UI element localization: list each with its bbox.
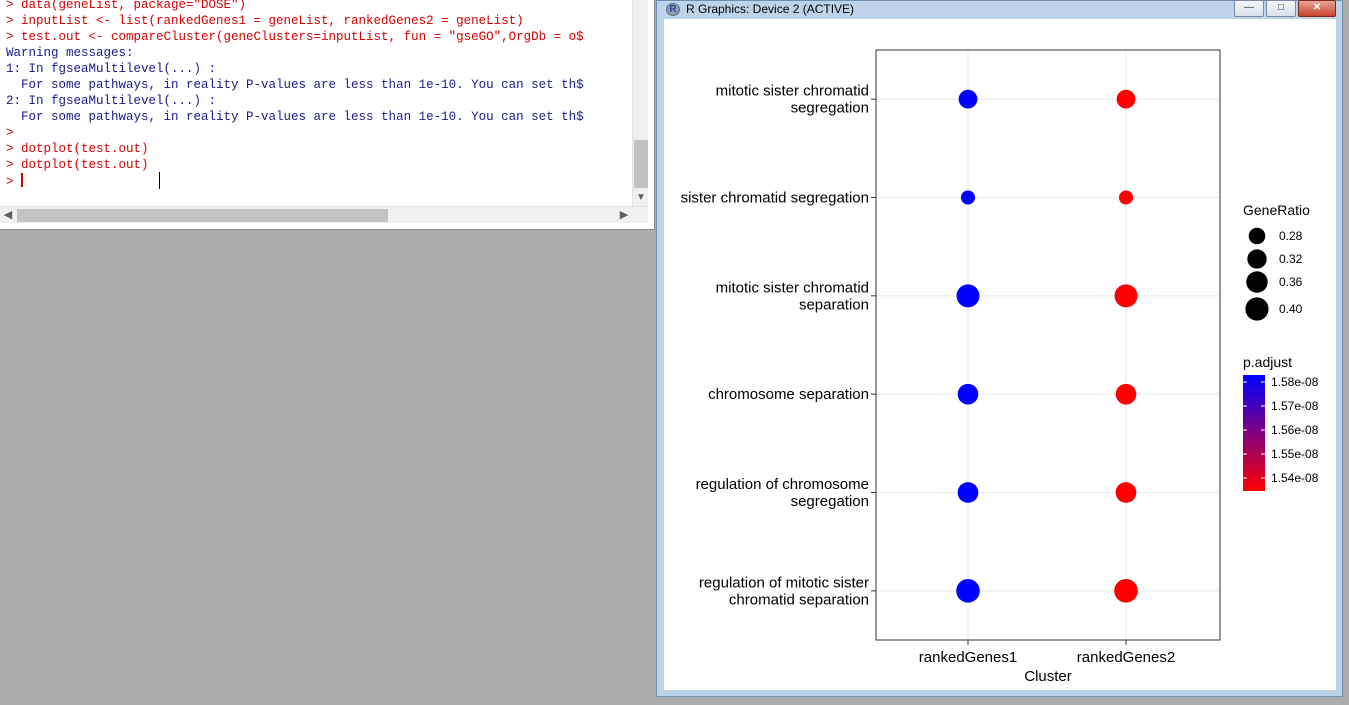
y-tick-label-line: mitotic sister chromatid [716, 279, 869, 296]
console-output[interactable]: > data(geneList, package="DOSE") > inputL… [6, 0, 626, 203]
color-legend-label: 1.56e-08 [1271, 423, 1319, 437]
horizontal-scrollbar[interactable]: ◀ ▶ [0, 206, 648, 223]
console-line: > dotplot(test.out) [6, 142, 149, 156]
size-legend-label: 0.40 [1279, 302, 1303, 316]
data-point [957, 482, 979, 503]
x-tick-label: rankedGenes1 [919, 649, 1017, 666]
y-tick-label-line: mitotic sister chromatid [716, 83, 869, 100]
y-tick-label-line: chromatid separation [729, 591, 869, 608]
data-point [1118, 190, 1134, 205]
horizontal-scroll-thumb[interactable] [17, 209, 388, 222]
text-cursor-ibeam [159, 172, 160, 189]
y-tick-label-line: regulation of chromosome [696, 476, 869, 493]
size-legend-key [1247, 249, 1267, 269]
maximize-button[interactable]: □ [1266, 0, 1296, 17]
vertical-scrollbar[interactable]: ▼ [632, 0, 648, 206]
data-point [960, 190, 976, 205]
console-line: 2: In fgseaMultilevel(...) : [6, 94, 217, 108]
plot-area: mitotic sister chromatid segregation siste… [664, 19, 1336, 690]
close-button[interactable]: ✕ [1298, 0, 1336, 17]
data-point [956, 579, 980, 603]
console-line: > dotplot(test.out) [6, 158, 149, 172]
size-legend-label: 0.32 [1279, 252, 1303, 266]
window-title: R Graphics: Device 2 (ACTIVE) [686, 2, 855, 16]
y-tick-label-line: segregation [791, 493, 869, 510]
scroll-right-arrow-icon[interactable]: ▶ [616, 207, 632, 224]
y-tick-label: chromosome separation [708, 386, 869, 403]
y-tick-label-line: chromosome separation [708, 386, 869, 403]
x-axis-title: Cluster [1024, 668, 1072, 685]
color-legend-label: 1.57e-08 [1271, 399, 1319, 413]
y-tick-label: regulation of mitotic sister chromatid se… [699, 574, 869, 608]
console-line: For some pathways, in reality P-values a… [6, 78, 584, 92]
color-legend-label: 1.55e-08 [1271, 447, 1319, 461]
data-point [958, 89, 978, 109]
color-legend-bar [1243, 375, 1265, 491]
size-legend-label: 0.28 [1279, 229, 1303, 243]
console-line: For some pathways, in reality P-values a… [6, 110, 584, 124]
input-caret [21, 173, 24, 187]
color-legend-label: 1.58e-08 [1271, 375, 1319, 389]
y-tick-label-line: separation [799, 296, 869, 313]
console-line: > [6, 126, 14, 140]
console-prompt: > [6, 175, 22, 189]
data-point [1115, 383, 1137, 405]
color-legend-label: 1.54e-08 [1271, 471, 1319, 485]
color-legend-title: p.adjust [1243, 354, 1292, 370]
y-tick-label: sister chromatid segregation [681, 190, 869, 207]
size-legend-key [1245, 297, 1269, 321]
console-line: Warning messages: [6, 46, 134, 60]
data-point [956, 284, 980, 308]
x-tick-label: rankedGenes2 [1077, 649, 1175, 666]
console-line: > test.out <- compareCluster(geneCluster… [6, 30, 584, 44]
dotplot-chart: mitotic sister chromatid segregationsiste… [681, 49, 1319, 685]
vertical-scroll-thumb[interactable] [634, 140, 648, 188]
minimize-button[interactable]: — [1234, 0, 1264, 17]
r-logo-icon: R [666, 3, 680, 16]
data-point [1114, 579, 1138, 603]
window-title-bar[interactable]: R R Graphics: Device 2 (ACTIVE) — □ ✕ [657, 0, 1342, 19]
console-line: > inputList <- list(rankedGenes1 = geneL… [6, 14, 524, 28]
console-window[interactable]: > data(geneList, package="DOSE") > inputL… [0, 0, 655, 230]
data-point [957, 383, 979, 405]
console-prompt-line[interactable]: > [6, 173, 626, 189]
data-point [1114, 284, 1138, 308]
y-tick-label: mitotic sister chromatid separation [716, 279, 869, 313]
y-tick-label: regulation of chromosome segregation [696, 476, 869, 510]
y-tick-label: mitotic sister chromatid segregation [716, 83, 869, 117]
data-point [1115, 482, 1137, 503]
y-tick-label-line: regulation of mitotic sister [699, 574, 869, 591]
size-legend-label: 0.36 [1279, 275, 1303, 289]
console-line: > data(geneList, package="DOSE") [6, 0, 247, 12]
y-tick-label-line: segregation [791, 100, 869, 117]
size-legend-key [1248, 227, 1266, 245]
console-line: 1: In fgseaMultilevel(...) : [6, 62, 217, 76]
size-legend-key [1246, 271, 1268, 293]
scroll-down-arrow-icon[interactable]: ▼ [633, 190, 649, 206]
size-legend-title: GeneRatio [1243, 202, 1310, 218]
data-point [1116, 89, 1136, 109]
scroll-left-arrow-icon[interactable]: ◀ [0, 207, 16, 224]
graphics-device-window[interactable]: R R Graphics: Device 2 (ACTIVE) — □ ✕ mi… [656, 0, 1343, 697]
plot-panel-border [875, 49, 1221, 641]
y-tick-label-line: sister chromatid segregation [681, 190, 869, 207]
